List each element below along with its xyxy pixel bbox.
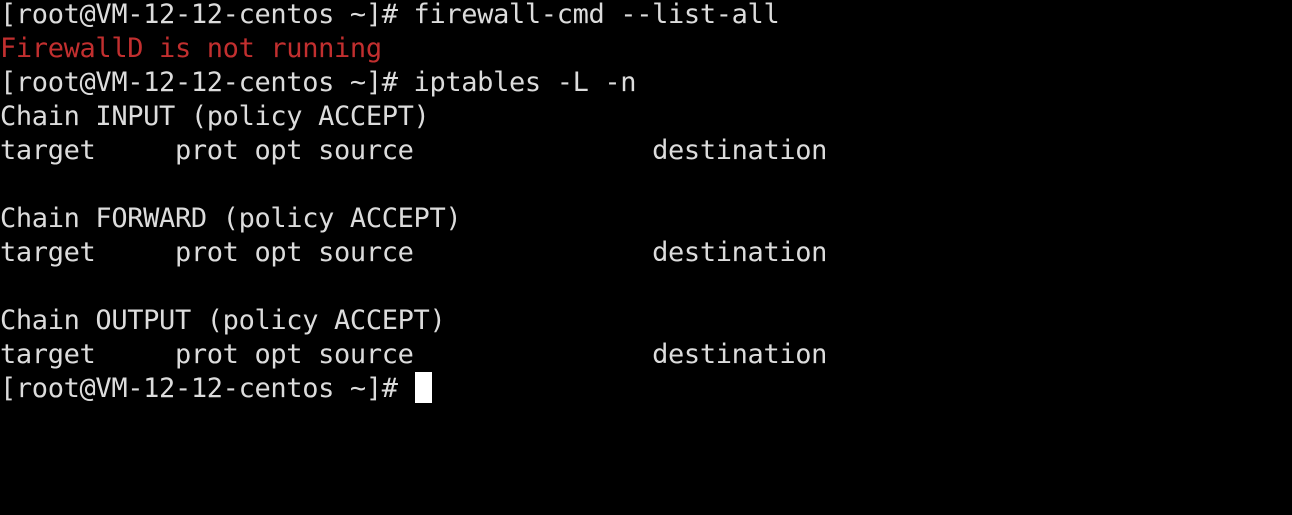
terminal-line-command-firewall-cmd: [root@VM-12-12-centos ~]# firewall-cmd -… (0, 0, 780, 30)
terminal-line-command-iptables: [root@VM-12-12-centos ~]# iptables -L -n (0, 67, 637, 98)
terminal-line-error-firewalld-not-running: FirewallD is not running (0, 33, 382, 64)
terminal-line-blank-1 (0, 168, 1292, 202)
terminal-line-blank-2 (0, 270, 1292, 304)
terminal-line-chain-forward-columns: target prot opt source destination (0, 237, 828, 268)
terminal-cursor (414, 372, 432, 403)
terminal-line-chain-output-header: Chain OUTPUT (policy ACCEPT) (0, 305, 446, 336)
terminal-line-chain-forward-header: Chain FORWARD (policy ACCEPT) (0, 203, 462, 234)
terminal-window[interactable]: [root@VM-12-12-centos ~]# firewall-cmd -… (0, 0, 1292, 515)
terminal-prompt-text: [root@VM-12-12-centos ~]# (0, 373, 414, 404)
terminal-line-chain-input-columns: target prot opt source destination (0, 135, 828, 166)
terminal-line-chain-output-columns: target prot opt source destination (0, 339, 828, 370)
terminal-line-active-prompt[interactable]: [root@VM-12-12-centos ~]# (0, 372, 1292, 406)
terminal-line-chain-input-header: Chain INPUT (policy ACCEPT) (0, 101, 430, 132)
terminal-screen: [root@VM-12-12-centos ~]# firewall-cmd -… (0, 0, 1292, 406)
